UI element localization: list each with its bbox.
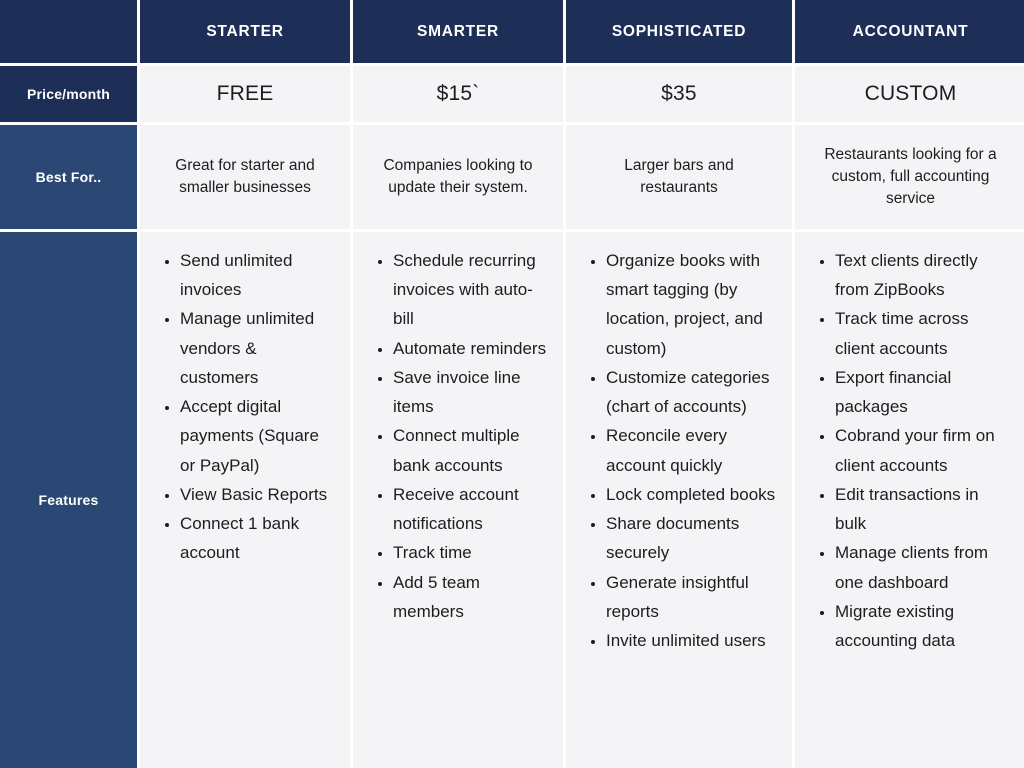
price-cell-accountant: CUSTOM [795, 66, 1024, 122]
feature-item: Automate reminders [393, 334, 549, 363]
plan-header-starter: STARTER [140, 0, 350, 63]
feature-item: Accept digital payments (Square or PayPa… [180, 392, 336, 480]
best-for-cell-accountant: Restaurants looking for a custom, full a… [795, 125, 1024, 229]
row-label-best-for: Best For.. [0, 125, 137, 229]
feature-item: Invite unlimited users [606, 626, 778, 655]
feature-item: Add 5 team members [393, 568, 549, 626]
features-cell-starter: Send unlimited invoicesManage unlimited … [140, 232, 350, 768]
price-cell-starter: FREE [140, 66, 350, 122]
features-list-smarter: Schedule recurring invoices with auto-bi… [363, 246, 553, 626]
features-cell-accountant: Text clients directly from ZipBooksTrack… [795, 232, 1024, 768]
feature-item: Text clients directly from ZipBooks [835, 246, 1012, 304]
price-cell-sophisticated: $35 [566, 66, 792, 122]
feature-item: Export financial packages [835, 363, 1012, 421]
best-for-text-starter: Great for starter and smaller businesses [175, 157, 315, 196]
feature-item: View Basic Reports [180, 480, 336, 509]
plan-header-smarter: SMARTER [353, 0, 563, 63]
best-for-cell-starter: Great for starter and smaller businesses [140, 125, 350, 229]
best-for-text-accountant: Restaurants looking for a custom, full a… [824, 146, 997, 207]
feature-item: Track time [393, 538, 549, 567]
feature-item: Share documents securely [606, 509, 778, 567]
features-list-starter: Send unlimited invoicesManage unlimited … [150, 246, 340, 568]
feature-item: Reconcile every account quickly [606, 421, 778, 479]
best-for-cell-smarter: Companies looking to update their system… [353, 125, 563, 229]
feature-item: Connect 1 bank account [180, 509, 336, 567]
feature-item: Receive account notifications [393, 480, 549, 538]
feature-item: Generate insightful reports [606, 568, 778, 626]
feature-item: Connect multiple bank accounts [393, 421, 549, 479]
feature-item: Lock completed books [606, 480, 778, 509]
feature-item: Migrate existing accounting data [835, 597, 1012, 655]
feature-item: Organize books with smart tagging (by lo… [606, 246, 778, 363]
features-list-accountant: Text clients directly from ZipBooksTrack… [805, 246, 1016, 655]
best-for-cell-sophisticated: Larger bars and restaurants [566, 125, 792, 229]
price-value-accountant: CUSTOM [864, 82, 957, 105]
row-label-features: Features [0, 232, 137, 768]
plan-header-sophisticated: SOPHISTICATED [566, 0, 792, 63]
best-for-text-sophisticated: Larger bars and restaurants [624, 157, 734, 196]
price-value-smarter: $15` [436, 82, 480, 105]
price-value-sophisticated: $35 [661, 82, 697, 105]
feature-item: Track time across client accounts [835, 304, 1012, 362]
feature-item: Edit transactions in bulk [835, 480, 1012, 538]
price-cell-smarter: $15` [353, 66, 563, 122]
best-for-text-smarter: Companies looking to update their system… [383, 157, 533, 196]
plan-header-accountant: ACCOUNTANT [795, 0, 1024, 63]
feature-item: Save invoice line items [393, 363, 549, 421]
feature-item: Manage clients from one dashboard [835, 538, 1012, 596]
feature-item: Cobrand your firm on client accounts [835, 421, 1012, 479]
table-corner-cell [0, 0, 137, 63]
row-label-price: Price/month [0, 66, 137, 122]
features-list-sophisticated: Organize books with smart tagging (by lo… [576, 246, 782, 655]
features-cell-sophisticated: Organize books with smart tagging (by lo… [566, 232, 792, 768]
feature-item: Customize categories (chart of accounts) [606, 363, 778, 421]
feature-item: Send unlimited invoices [180, 246, 336, 304]
feature-item: Manage unlimited vendors & customers [180, 304, 336, 392]
feature-item: Schedule recurring invoices with auto-bi… [393, 246, 549, 334]
pricing-comparison-table: STARTER SMARTER SOPHISTICATED ACCOUNTANT… [0, 0, 1024, 768]
features-cell-smarter: Schedule recurring invoices with auto-bi… [353, 232, 563, 768]
price-value-starter: FREE [216, 82, 274, 105]
